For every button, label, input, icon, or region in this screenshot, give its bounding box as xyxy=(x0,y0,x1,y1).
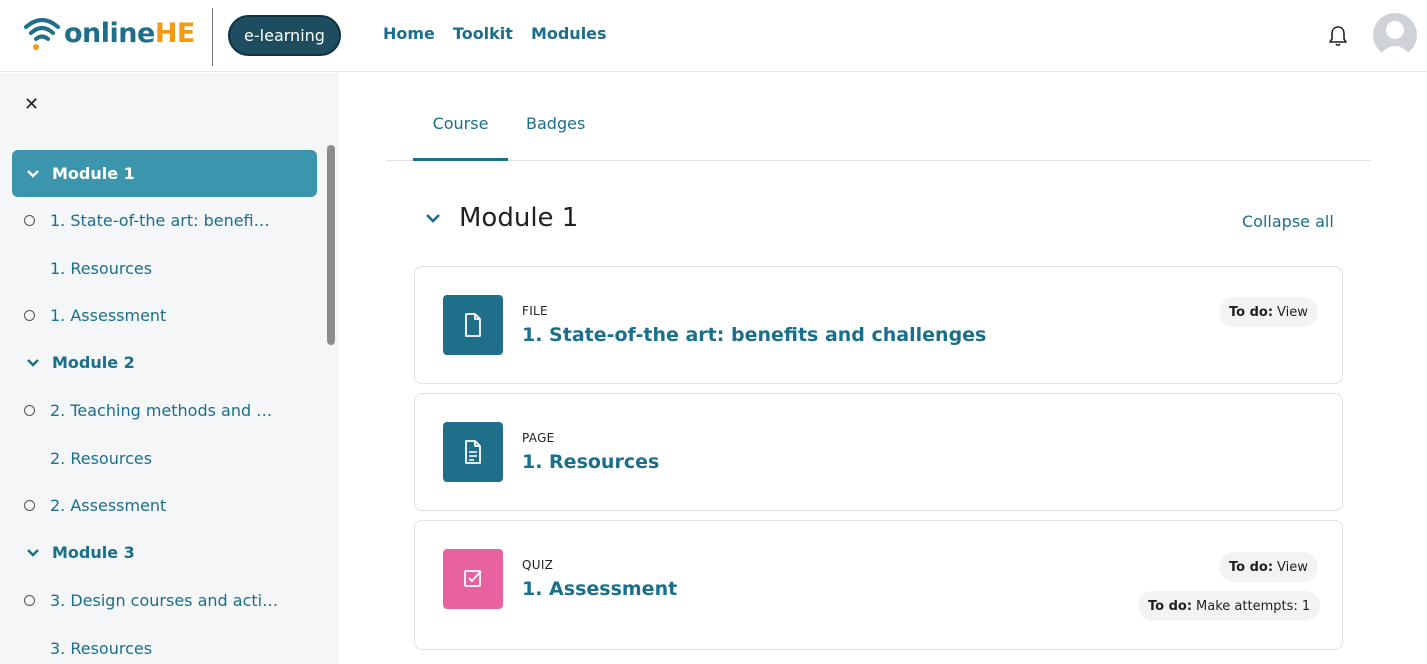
course-tabs: Course Badges xyxy=(386,100,1371,161)
chevron-down-icon xyxy=(27,548,39,557)
user-avatar[interactable] xyxy=(1373,13,1417,57)
completion-circle-icon xyxy=(24,215,35,226)
course-index-activity[interactable]: 3. Resources xyxy=(12,625,317,664)
tab-badges[interactable]: Badges xyxy=(526,114,585,161)
course-index-activity[interactable]: 1. Assessment xyxy=(12,292,317,339)
nav-toolkit[interactable]: Toolkit xyxy=(453,24,513,43)
nav-modules[interactable]: Modules xyxy=(531,24,607,43)
course-index-activity[interactable]: 2. Teaching methods and … xyxy=(12,387,317,434)
e-learning-button[interactable]: e-learning xyxy=(228,15,341,56)
activity-card-quiz: QUIZ 1. Assessment To do: View To do: Make… xyxy=(414,520,1343,650)
completion-todo-badge: To do: View xyxy=(1219,552,1318,582)
logo-divider xyxy=(212,8,213,66)
course-index-activity[interactable]: 3. Design courses and acti… xyxy=(12,577,317,624)
completion-todo-badge: To do: View xyxy=(1219,297,1318,327)
bell-icon[interactable] xyxy=(1327,24,1349,48)
completion-todo-badge: To do: Make attempts: 1 xyxy=(1138,591,1321,621)
collapse-all-link[interactable]: Collapse all xyxy=(1242,212,1334,231)
course-index-activity[interactable]: 2. Resources xyxy=(12,435,317,482)
tab-course[interactable]: Course xyxy=(413,114,508,161)
quiz-icon[interactable] xyxy=(443,549,503,609)
page-glyph-icon xyxy=(465,440,481,464)
quiz-glyph-icon xyxy=(464,570,482,587)
course-index-drawer: ✕ Module 1 1. State-of-the art: benefi… … xyxy=(0,73,339,664)
nav-home[interactable]: Home xyxy=(383,24,435,43)
activity-name-link[interactable]: 1. State-of-the art: benefits and challe… xyxy=(522,324,986,346)
course-index-activity[interactable]: 1. State-of-the art: benefi… xyxy=(12,197,317,244)
activity-name-link[interactable]: 1. Resources xyxy=(522,451,659,473)
primary-navigation: Home Toolkit Modules xyxy=(383,24,607,43)
course-index-section-module-1[interactable]: Module 1 xyxy=(12,150,317,197)
completion-circle-icon xyxy=(24,405,35,416)
completion-circle-icon xyxy=(24,500,35,511)
logo-text: onlineHE xyxy=(64,17,195,49)
activity-card-page: PAGE 1. Resources xyxy=(414,393,1343,511)
activity-type-label: PAGE xyxy=(522,431,555,445)
course-index-section-module-3[interactable]: Module 3 xyxy=(12,529,317,576)
activity-name-link[interactable]: 1. Assessment xyxy=(522,578,677,600)
chevron-down-icon xyxy=(426,214,440,223)
section-title: Module 1 xyxy=(459,203,579,233)
chevron-down-icon xyxy=(27,358,39,367)
drawer-scrollbar[interactable] xyxy=(327,145,335,345)
page-icon[interactable] xyxy=(443,422,503,482)
completion-circle-icon xyxy=(24,595,35,606)
course-index-section-module-2[interactable]: Module 2 xyxy=(12,339,317,386)
activity-type-label: FILE xyxy=(522,304,548,318)
course-index-activity[interactable]: 2. Assessment xyxy=(12,482,317,529)
user-icon xyxy=(1378,21,1412,57)
site-logo[interactable]: onlineHE xyxy=(22,10,195,56)
wifi-logo-icon xyxy=(24,18,60,50)
completion-circle-icon xyxy=(24,310,35,321)
close-icon[interactable]: ✕ xyxy=(24,96,40,114)
chevron-down-icon xyxy=(27,169,39,178)
activity-type-label: QUIZ xyxy=(522,558,554,572)
top-navbar: onlineHE e-learning Home Toolkit Modules xyxy=(0,0,1427,72)
file-icon[interactable] xyxy=(443,295,503,355)
section-header[interactable]: Module 1 xyxy=(425,203,578,233)
activity-card-file: FILE 1. State-of-the art: benefits and c… xyxy=(414,266,1343,384)
course-index-activity[interactable]: 1. Resources xyxy=(12,245,317,292)
file-glyph-icon xyxy=(465,313,481,337)
